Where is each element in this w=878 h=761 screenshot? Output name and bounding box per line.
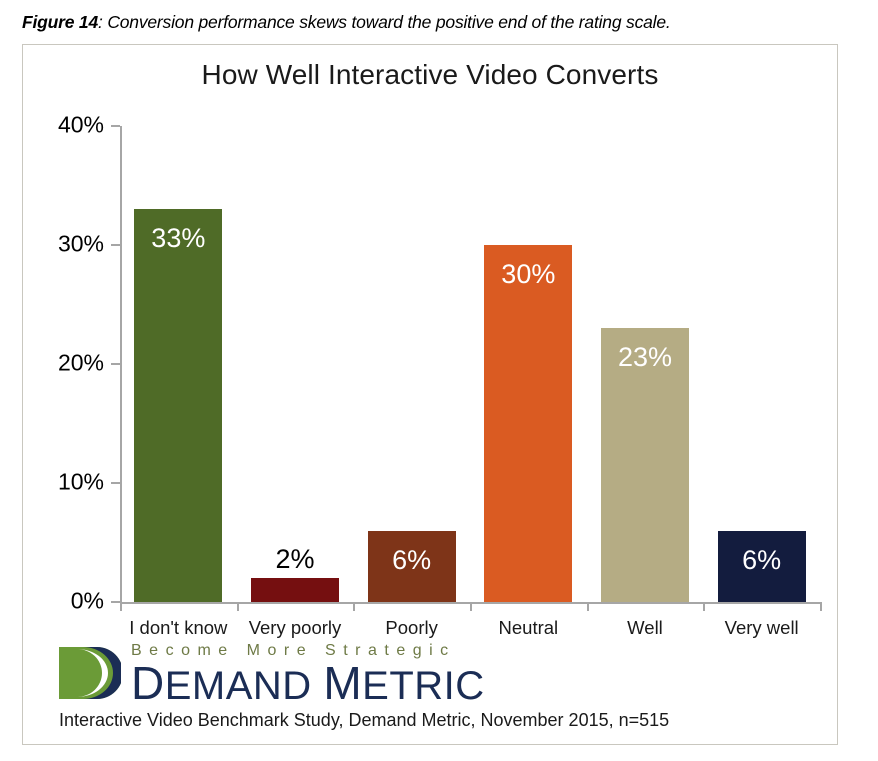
- figure-caption: Figure 14: Conversion performance skews …: [22, 12, 862, 33]
- bar-value-label: 6%: [742, 544, 782, 575]
- bar-value-label: 23%: [617, 342, 673, 373]
- x-axis-category-label: Very well: [724, 617, 799, 638]
- logo-wordmark-demand: DEMAND: [131, 659, 312, 708]
- x-axis-tick: [703, 602, 706, 611]
- figure-container: How Well Interactive Video Converts 40% 3…: [22, 44, 838, 745]
- demand-metric-logo: Become More Strategic DEMAND METRIC: [57, 641, 485, 707]
- logo-wordmark-metric-initial: M: [323, 657, 363, 709]
- chart-title: How Well Interactive Video Converts: [201, 59, 659, 90]
- y-axis-tick-label: 10%: [57, 468, 104, 495]
- bar[interactable]: 30%: [484, 245, 573, 602]
- x-axis-category-label: Well: [627, 617, 663, 638]
- y-axis-tick: 30%: [58, 231, 120, 257]
- source-note: Interactive Video Benchmark Study, Deman…: [59, 710, 670, 730]
- bar[interactable]: 6%: [367, 530, 456, 602]
- bar-value-label: 30%: [501, 259, 556, 289]
- y-axis-tick: 0%: [71, 588, 120, 614]
- y-axis-tick-label: 20%: [57, 349, 104, 376]
- y-axis-tick-label: 40%: [57, 111, 104, 138]
- y-axis-tick-label: 30%: [57, 230, 104, 257]
- logo-wordmark-metric: METRIC: [323, 659, 485, 708]
- x-axis-category-label: I don't know: [129, 617, 228, 638]
- figure-number: Figure 14: [22, 12, 99, 32]
- logo-wordmark-demand-rest: EMAND: [164, 664, 312, 708]
- x-axis-tick: [820, 602, 822, 611]
- y-axis-tick: 40%: [58, 112, 120, 138]
- x-axis-tick: [120, 602, 122, 611]
- bar-value-label: 6%: [392, 544, 432, 575]
- x-axis-tick: [353, 602, 356, 611]
- y-axis-line: [120, 126, 122, 602]
- bar[interactable]: 2%: [251, 544, 339, 602]
- demand-metric-logo-icon: [57, 643, 123, 703]
- x-axis-category-label: Very poorly: [248, 617, 342, 638]
- logo-tagline: Become More Strategic: [131, 642, 456, 659]
- bar[interactable]: 23%: [601, 328, 689, 602]
- y-axis-tick: 20%: [58, 350, 120, 376]
- x-axis-category-label: Poorly: [385, 617, 438, 638]
- bar-value-label: 2%: [275, 544, 315, 575]
- demand-metric-logo-text: Become More Strategic DEMAND METRIC: [131, 642, 485, 707]
- plot-area: 40% 30% 20% 10% 0% 33% 2% 6% 30% 23% 6% I don't k…: [58, 112, 822, 638]
- bar[interactable]: 33%: [134, 209, 223, 602]
- x-axis-category-label: Neutral: [498, 617, 559, 638]
- logo-wordmark-demand-initial: D: [131, 657, 165, 709]
- logo-wordmark: DEMAND METRIC: [131, 659, 485, 707]
- y-axis-tick: 10%: [58, 469, 120, 495]
- x-axis-tick: [586, 602, 589, 611]
- bar-value-label: 33%: [151, 223, 206, 254]
- bar[interactable]: 6%: [717, 530, 806, 602]
- x-axis-tick: [470, 602, 472, 611]
- logo-wordmark-metric-rest: ETRIC: [362, 664, 485, 708]
- x-axis-tick: [236, 602, 239, 611]
- y-axis-tick-label: 0%: [70, 587, 104, 614]
- figure-caption-text: : Conversion performance skews toward th…: [98, 12, 671, 32]
